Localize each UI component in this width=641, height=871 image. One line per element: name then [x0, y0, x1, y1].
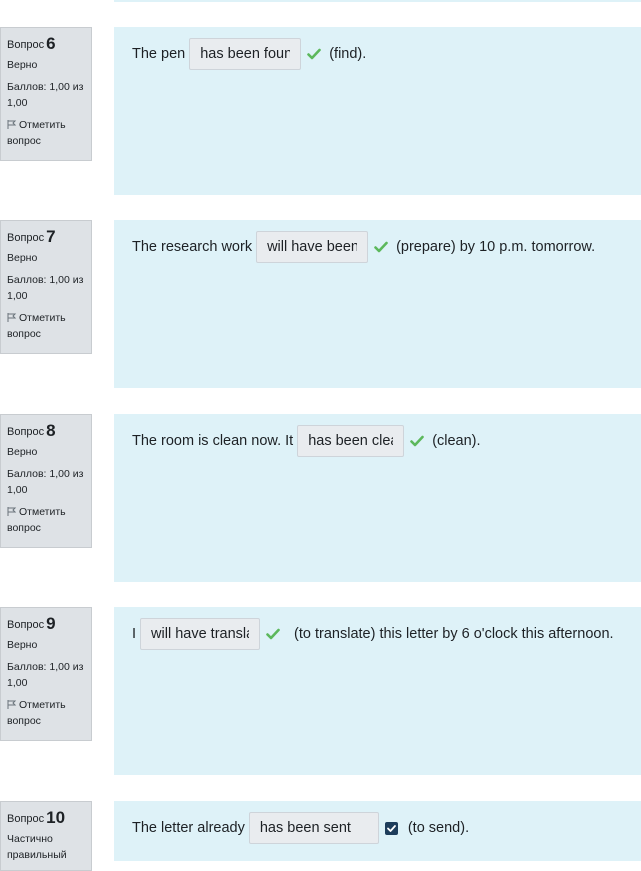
question-grade: Баллов: 1,00 из 1,00	[7, 81, 84, 109]
question-state: Верно	[7, 446, 38, 458]
question-label: Вопрос	[7, 39, 45, 51]
question-number-value: 8	[46, 421, 56, 440]
flag-icon	[7, 313, 17, 322]
question-grade: Баллов: 1,00 из 1,00	[7, 468, 84, 496]
question-info: Вопрос 6 Верно Баллов: 1,00 из 1,00 Отмет…	[0, 27, 92, 161]
question-text: The letter already (to send).	[132, 812, 470, 844]
text-before: I	[132, 626, 137, 642]
answer-input[interactable]	[189, 38, 302, 70]
question-label: Вопрос	[7, 232, 45, 244]
question-number-value: 9	[46, 614, 56, 633]
question-text: The room is clean now. It (clean).	[132, 425, 481, 457]
question-content: The research work (prepare) by 10 p.m. t…	[114, 220, 641, 388]
question-grade: Баллов: 1,00 из 1,00	[7, 274, 84, 302]
text-after: (to translate) this letter by 6 o'clock …	[294, 626, 614, 642]
answer-input[interactable]	[248, 812, 379, 844]
question-number: Вопрос 8	[7, 421, 85, 440]
answer-input[interactable]	[140, 618, 261, 650]
question-number-value: 10	[46, 808, 66, 827]
text-before: The pen	[132, 46, 186, 62]
check-icon	[374, 241, 388, 253]
question-number-value: 7	[46, 227, 56, 246]
question-text: The pen (find).	[132, 38, 367, 70]
question-info: Вопрос 7 Верно Баллов: 1,00 из 1,00 Отмет…	[0, 220, 92, 354]
question-number-value: 6	[46, 34, 56, 53]
check-icon	[307, 48, 322, 60]
question-number: Вопрос 10	[7, 808, 85, 827]
question-number: Вопрос 9	[7, 614, 85, 633]
question-label: Вопрос	[7, 426, 45, 438]
question-text: The research work (prepare) by 10 p.m. t…	[132, 231, 596, 263]
flag-icon	[7, 507, 17, 516]
question-label: Вопрос	[7, 619, 45, 631]
flag-question-link[interactable]: Отметить вопрос	[7, 117, 85, 149]
text-after: (prepare) by 10 p.m. tomorrow.	[396, 239, 596, 255]
flag-question-link[interactable]: Отметить вопрос	[7, 504, 85, 536]
question-info: Вопрос 10 Частично правильный	[0, 801, 92, 871]
answer-input[interactable]	[297, 425, 405, 457]
flag-icon	[7, 700, 17, 709]
partially-correct-icon	[384, 821, 398, 835]
question-info: Вопрос 9 Верно Баллов: 1,00 из 1,00 Отмет…	[0, 607, 92, 741]
question-state: Частично правильный	[7, 833, 67, 861]
check-icon	[266, 628, 280, 640]
question-content: I (to translate) this letter by 6 o'cloc…	[114, 607, 641, 775]
text-before: The letter already	[132, 820, 245, 836]
answer-input[interactable]	[256, 231, 369, 263]
question-content: The pen (find).	[114, 27, 641, 195]
flag-icon	[7, 120, 17, 129]
text-after: (to send).	[407, 820, 470, 836]
text-before: The room is clean now. It	[132, 433, 294, 449]
question-number: Вопрос 7	[7, 227, 85, 246]
question-state: Верно	[7, 59, 38, 71]
text-after: (find).	[329, 46, 367, 62]
question-text: I (to translate) this letter by 6 o'cloc…	[132, 618, 614, 650]
flag-question-link[interactable]: Отметить вопрос	[7, 310, 85, 342]
previous-question-content-edge	[114, 0, 641, 2]
check-icon	[410, 435, 424, 447]
question-content: The room is clean now. It (clean).	[114, 414, 641, 582]
question-content: The letter already (to send).	[114, 801, 641, 861]
question-state: Верно	[7, 252, 38, 264]
question-label: Вопрос	[7, 813, 45, 825]
flag-question-link[interactable]: Отметить вопрос	[7, 697, 85, 729]
text-after: (clean).	[432, 433, 481, 449]
question-grade: Баллов: 1,00 из 1,00	[7, 661, 84, 689]
question-info: Вопрос 8 Верно Баллов: 1,00 из 1,00 Отмет…	[0, 414, 92, 548]
question-number: Вопрос 6	[7, 34, 85, 53]
question-state: Верно	[7, 639, 38, 651]
text-before: The research work	[132, 239, 253, 255]
